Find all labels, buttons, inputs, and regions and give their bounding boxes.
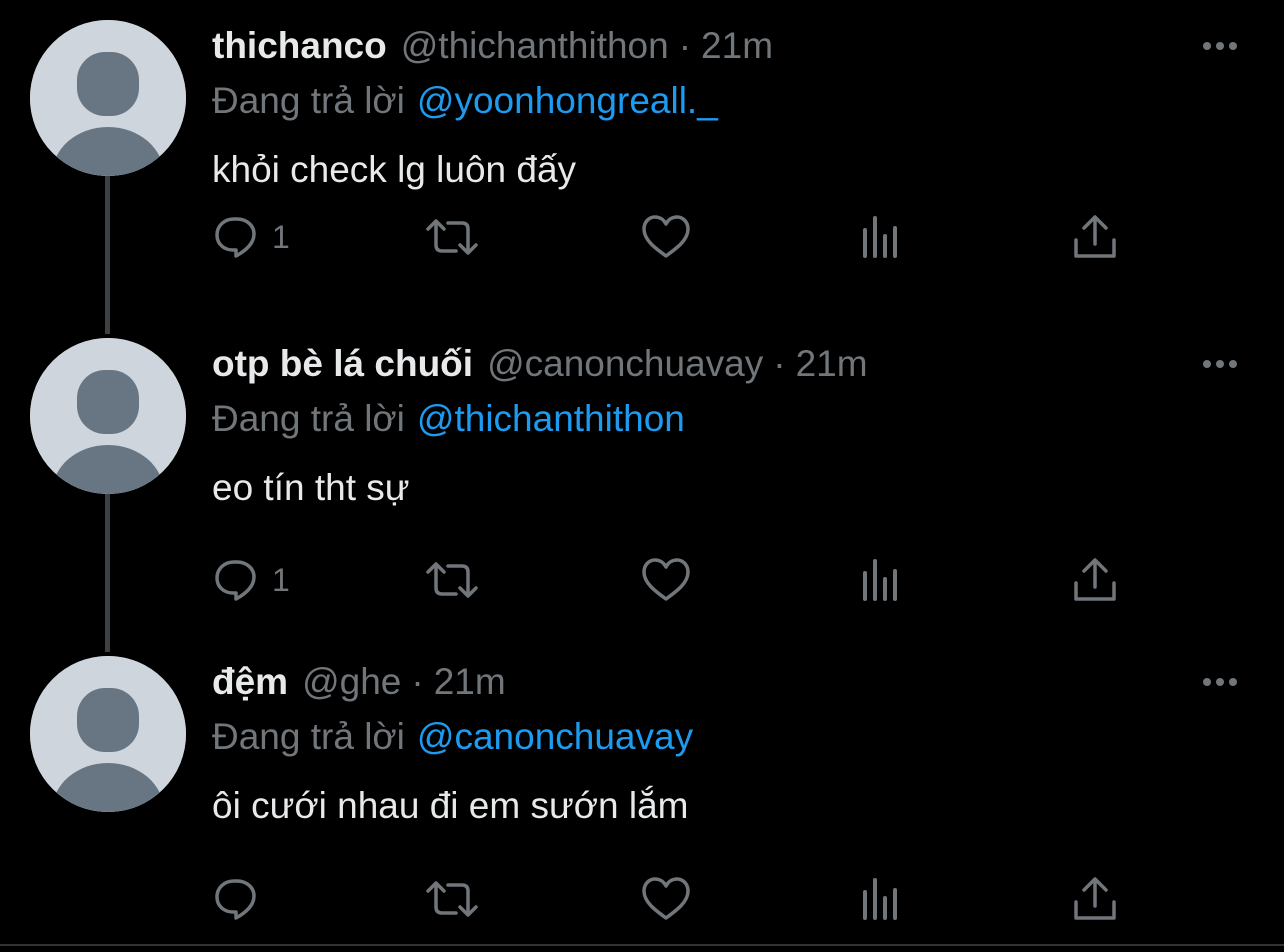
like-button[interactable] <box>641 874 691 924</box>
user-handle[interactable]: @thichanthithon <box>401 20 669 72</box>
tweet[interactable]: thichanco @thichanthithon · 21m Đang trả… <box>0 20 1284 320</box>
bar-chart-icon <box>863 559 897 601</box>
default-profile-icon <box>30 338 186 494</box>
display-name[interactable]: otp bè lá chuối <box>212 338 473 390</box>
bar-chart-icon <box>863 216 897 258</box>
heart-icon <box>642 558 690 601</box>
reply-mention-link[interactable]: @yoonhongreall._ <box>417 80 718 121</box>
avatar[interactable] <box>30 20 186 176</box>
speech-bubble-icon <box>215 217 256 258</box>
views-button[interactable] <box>858 874 902 924</box>
tweet-header: otp bè lá chuối @canonchuavay · 21m <box>212 338 868 390</box>
retweet-icon <box>426 219 478 255</box>
avatar[interactable] <box>30 656 186 812</box>
reply-button[interactable]: 1 <box>214 555 290 605</box>
tweet-actions: 1 <box>0 555 1284 605</box>
replying-to: Đang trả lời @yoonhongreall._ <box>212 75 718 127</box>
separator-dot: · <box>773 343 786 384</box>
share-upload-icon <box>1074 558 1116 601</box>
tweet[interactable]: otp bè lá chuối @canonchuavay · 21m Đang… <box>0 338 1284 638</box>
retweet-icon <box>426 881 478 917</box>
more-options-icon[interactable] <box>1196 670 1244 694</box>
heart-icon <box>642 215 690 258</box>
display-name[interactable]: đệm <box>212 656 288 708</box>
heart-icon <box>642 877 690 920</box>
timestamp[interactable]: 21m <box>434 656 506 708</box>
reply-button[interactable] <box>214 874 272 924</box>
share-button[interactable] <box>1072 555 1118 605</box>
reply-count: 1 <box>272 218 290 255</box>
share-button[interactable] <box>1072 874 1118 924</box>
tweet-actions: 1 <box>0 212 1284 262</box>
more-options-icon[interactable] <box>1196 34 1244 58</box>
tweet[interactable]: đệm @ghe · 21m Đang trả lời @canonchuavay… <box>0 656 1284 946</box>
display-name[interactable]: thichanco <box>212 20 387 72</box>
reply-count: 1 <box>272 561 290 598</box>
speech-bubble-icon <box>215 879 256 920</box>
tweet-text: ôi cưới nhau đi em sướn lắm <box>212 785 689 826</box>
tweet-actions <box>0 874 1284 924</box>
tweet-header: thichanco @thichanthithon · 21m <box>212 20 773 72</box>
like-button[interactable] <box>641 212 691 262</box>
replying-to-label: Đang trả lời <box>212 398 405 439</box>
retweet-button[interactable] <box>424 555 480 605</box>
replying-to: Đang trả lời @thichanthithon <box>212 393 685 445</box>
retweet-button[interactable] <box>424 874 480 924</box>
reply-button[interactable]: 1 <box>214 212 290 262</box>
bottom-divider <box>0 944 1284 946</box>
timestamp[interactable]: 21m <box>796 338 868 390</box>
default-profile-icon <box>30 656 186 812</box>
share-upload-icon <box>1074 877 1116 920</box>
replying-to: Đang trả lời @canonchuavay <box>212 711 693 763</box>
share-button[interactable] <box>1072 212 1118 262</box>
user-handle[interactable]: @canonchuavay <box>487 338 763 390</box>
bar-chart-icon <box>863 878 897 920</box>
views-button[interactable] <box>858 212 902 262</box>
default-profile-icon <box>30 20 186 176</box>
separator-dot: · <box>411 661 424 702</box>
share-upload-icon <box>1074 215 1116 258</box>
retweet-button[interactable] <box>424 212 480 262</box>
user-handle[interactable]: @ghe <box>302 656 401 708</box>
reply-mention-link[interactable]: @thichanthithon <box>417 398 685 439</box>
reply-mention-link[interactable]: @canonchuavay <box>417 716 693 757</box>
more-options-icon[interactable] <box>1196 352 1244 376</box>
replying-to-label: Đang trả lời <box>212 716 405 757</box>
replying-to-label: Đang trả lời <box>212 80 405 121</box>
like-button[interactable] <box>641 555 691 605</box>
separator-dot: · <box>678 25 692 66</box>
avatar[interactable] <box>30 338 186 494</box>
timestamp[interactable]: 21m <box>701 20 773 72</box>
tweet-text: eo tín tht sự <box>212 467 410 508</box>
tweet-text: khỏi check lg luôn đấy <box>212 149 577 190</box>
views-button[interactable] <box>858 555 902 605</box>
retweet-icon <box>426 562 478 598</box>
tweet-header: đệm @ghe · 21m <box>212 656 506 708</box>
speech-bubble-icon <box>215 560 256 601</box>
